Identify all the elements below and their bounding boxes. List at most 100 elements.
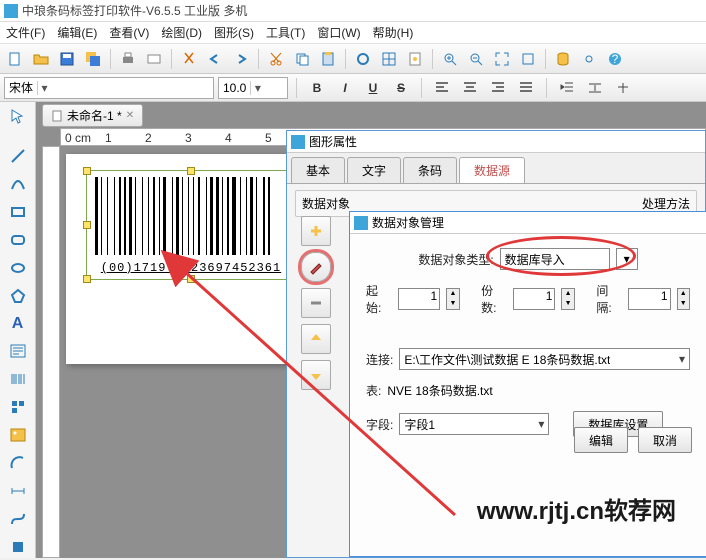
app-icon <box>4 4 18 18</box>
barcode-tool[interactable] <box>5 368 31 390</box>
image-tool[interactable] <box>5 424 31 446</box>
tab-datasource[interactable]: 数据源 <box>459 157 525 183</box>
zoom-page-button[interactable] <box>517 48 539 70</box>
resize-handle[interactable] <box>187 275 195 283</box>
menu-bar: 文件(F) 编辑(E) 查看(V) 绘图(D) 图形(S) 工具(T) 窗口(W… <box>0 22 706 44</box>
align-justify-button[interactable] <box>514 77 538 99</box>
bold-button[interactable]: B <box>305 77 329 99</box>
polygon-tool[interactable] <box>5 285 31 307</box>
ellipse-tool[interactable] <box>5 257 31 279</box>
font-size-combo[interactable]: 10.0 ▾ <box>218 77 288 99</box>
format-separator <box>546 78 547 98</box>
menu-shapes[interactable]: 图形(S) <box>214 24 254 41</box>
arc-tool[interactable] <box>5 452 31 474</box>
italic-button[interactable]: I <box>333 77 357 99</box>
richtext-tool[interactable] <box>5 340 31 362</box>
copy-button[interactable] <box>291 48 313 70</box>
type-combo[interactable]: 数据库导入 <box>500 248 610 270</box>
gap-input[interactable]: 1 <box>628 288 670 310</box>
tab-barcode[interactable]: 条码 <box>403 157 457 183</box>
roundrect-tool[interactable] <box>5 229 31 251</box>
strike-button[interactable]: S <box>389 77 413 99</box>
main-toolbar: ? <box>0 44 706 74</box>
resize-handle[interactable] <box>83 167 91 175</box>
menu-window[interactable]: 窗口(W) <box>317 24 360 41</box>
preview-button[interactable] <box>143 48 165 70</box>
new-button[interactable] <box>4 48 26 70</box>
curve-tool[interactable] <box>5 173 31 195</box>
dialog-icon <box>354 216 368 230</box>
start-input[interactable]: 1 <box>398 288 440 310</box>
qrcode-tool[interactable] <box>5 396 31 418</box>
field-combo[interactable]: 字段1 ▾ <box>399 413 549 435</box>
count-input[interactable]: 1 <box>513 288 555 310</box>
format-separator <box>296 78 297 98</box>
settings-button[interactable] <box>352 48 374 70</box>
rect-tool[interactable] <box>5 201 31 223</box>
menu-help[interactable]: 帮助(H) <box>373 24 414 41</box>
add-data-button[interactable] <box>301 216 331 246</box>
move-down-button[interactable] <box>301 360 331 390</box>
help-button[interactable]: ? <box>604 48 626 70</box>
open-button[interactable] <box>30 48 52 70</box>
fill-tool[interactable] <box>5 536 31 558</box>
edit-button[interactable]: 编辑 <box>574 427 628 453</box>
indent-button[interactable] <box>555 77 579 99</box>
line-tool[interactable] <box>5 145 31 167</box>
measure-tool[interactable] <box>5 480 31 502</box>
font-family-combo[interactable]: 宋体 ▾ <box>4 77 214 99</box>
save-button[interactable] <box>56 48 78 70</box>
cut-button[interactable] <box>178 48 200 70</box>
underline-button[interactable]: U <box>361 77 385 99</box>
cancel-button[interactable]: 取消 <box>638 427 692 453</box>
text-tool[interactable]: A <box>5 313 31 335</box>
edit-data-button[interactable] <box>301 252 331 282</box>
link-button[interactable] <box>578 48 600 70</box>
type-dropdown-button[interactable]: ▾ <box>616 248 638 270</box>
resize-handle[interactable] <box>83 275 91 283</box>
count-spinner[interactable]: ▲▼ <box>561 288 574 310</box>
page[interactable]: (00)171978523697452361 <box>66 154 316 364</box>
delete-data-button[interactable] <box>301 288 331 318</box>
tab-text[interactable]: 文字 <box>347 157 401 183</box>
dropdown-icon: ▾ <box>673 352 685 366</box>
close-tab-icon[interactable]: ✕ <box>126 110 134 121</box>
zoom-out-button[interactable] <box>465 48 487 70</box>
redo-button[interactable] <box>230 48 252 70</box>
connection-combo[interactable]: E:\工作文件\测试数据 E 18条码数据.txt ▾ <box>399 348 690 370</box>
print-button[interactable] <box>117 48 139 70</box>
toolbar-separator <box>545 49 546 69</box>
menu-tools[interactable]: 工具(T) <box>266 24 305 41</box>
tab-basic[interactable]: 基本 <box>291 157 345 183</box>
gap-spinner[interactable]: ▲▼ <box>677 288 690 310</box>
undo-button[interactable] <box>204 48 226 70</box>
cut-icon[interactable] <box>265 48 287 70</box>
resize-handle[interactable] <box>187 167 195 175</box>
align-right-button[interactable] <box>486 77 510 99</box>
menu-file[interactable]: 文件(F) <box>6 24 45 41</box>
paste-button[interactable] <box>317 48 339 70</box>
menu-draw[interactable]: 绘图(D) <box>161 24 202 41</box>
spacing-button[interactable] <box>583 77 607 99</box>
pointer-tool[interactable] <box>5 106 31 128</box>
more-button[interactable] <box>611 77 635 99</box>
bezier-tool[interactable] <box>5 508 31 530</box>
barcode-object[interactable]: (00)171978523697452361 <box>86 170 296 280</box>
menu-view[interactable]: 查看(V) <box>109 24 149 41</box>
resize-handle[interactable] <box>83 221 91 229</box>
doc-settings-button[interactable] <box>404 48 426 70</box>
align-center-button[interactable] <box>458 77 482 99</box>
save-all-button[interactable] <box>82 48 104 70</box>
database-button[interactable] <box>552 48 574 70</box>
document-tab-label: 未命名-1 * <box>67 107 122 124</box>
align-left-button[interactable] <box>430 77 454 99</box>
toolbar-separator <box>432 49 433 69</box>
start-spinner[interactable]: ▲▼ <box>446 288 459 310</box>
zoom-in-button[interactable] <box>439 48 461 70</box>
menu-edit[interactable]: 编辑(E) <box>57 24 97 41</box>
document-tab[interactable]: 未命名-1 * ✕ <box>42 104 143 127</box>
ruler-vertical <box>42 146 60 558</box>
zoom-fit-button[interactable] <box>491 48 513 70</box>
grid-button[interactable] <box>378 48 400 70</box>
move-up-button[interactable] <box>301 324 331 354</box>
